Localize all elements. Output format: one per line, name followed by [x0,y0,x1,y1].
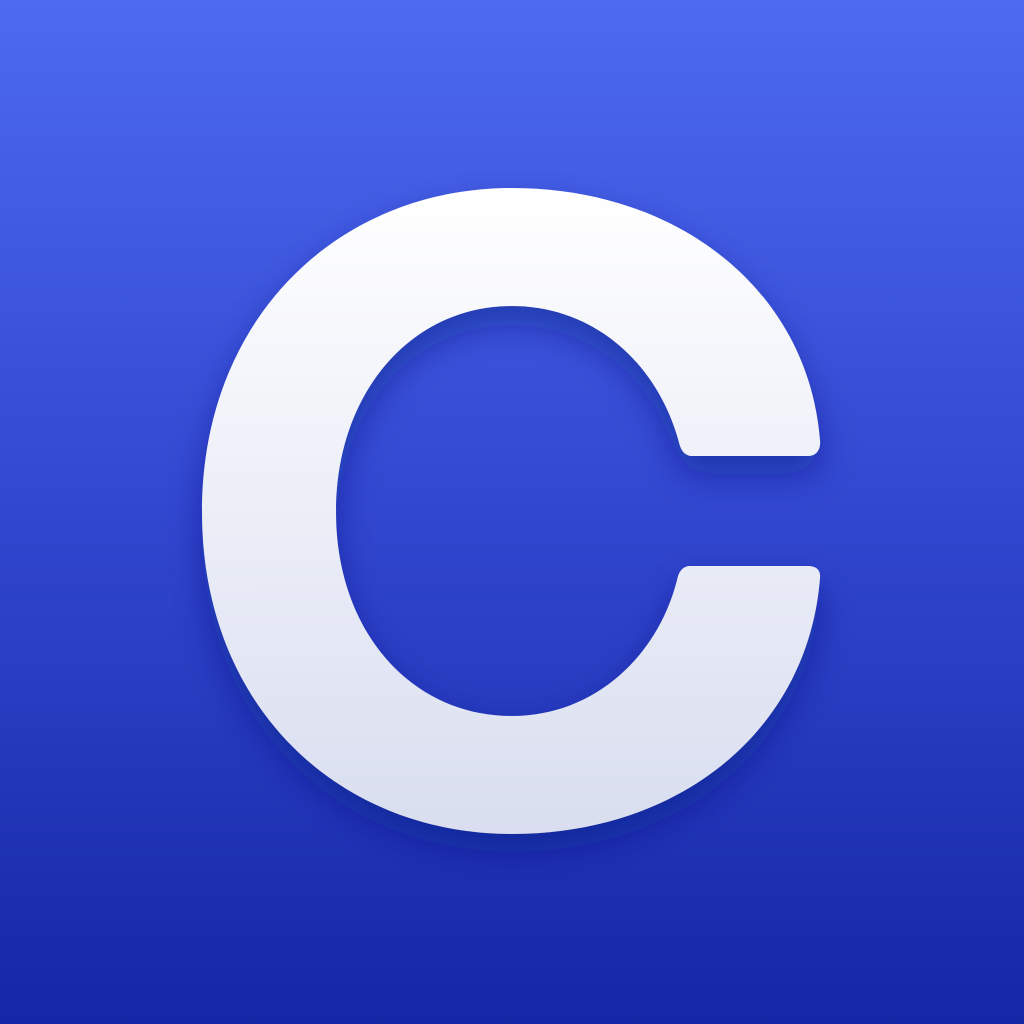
app-icon-artwork: C [0,0,1024,1024]
app-icon: C [0,0,1024,1024]
